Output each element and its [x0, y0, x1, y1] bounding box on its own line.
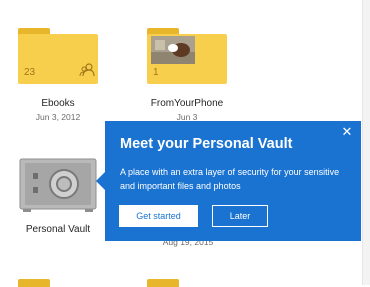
personal-vault-callout: ✕ Meet your Personal Vault A place with … [105, 121, 361, 241]
folder-tile-fromyourphone[interactable]: 1 FromYourPhone Jun 3 [137, 28, 237, 128]
photo-thumbnail [151, 36, 195, 64]
vertical-scrollbar[interactable] [362, 0, 370, 285]
callout-title: Meet your Personal Vault [120, 136, 293, 152]
folder-icon-tab [147, 279, 179, 287]
get-started-button[interactable]: Get started [119, 205, 198, 227]
callout-pointer [96, 172, 105, 190]
shared-people-icon [79, 63, 95, 77]
file-name: FromYourPhone [150, 98, 224, 109]
file-date: Jun 3, 2012 [35, 112, 81, 122]
file-name: Personal Vault [25, 224, 91, 235]
folder-icon-tab [18, 279, 50, 287]
close-icon[interactable]: ✕ [340, 125, 354, 139]
personal-vault-tile[interactable]: Personal Vault [8, 158, 108, 240]
item-count: 1 [153, 67, 159, 78]
item-count: 23 [24, 67, 36, 78]
callout-body: A place with an extra layer of security … [120, 167, 340, 191]
file-name: Ebooks [41, 98, 75, 109]
later-button[interactable]: Later [212, 205, 268, 227]
folder-tile-ebooks[interactable]: 23 Ebooks Jun 3, 2012 [8, 28, 108, 128]
vault-safe-icon [19, 158, 97, 212]
